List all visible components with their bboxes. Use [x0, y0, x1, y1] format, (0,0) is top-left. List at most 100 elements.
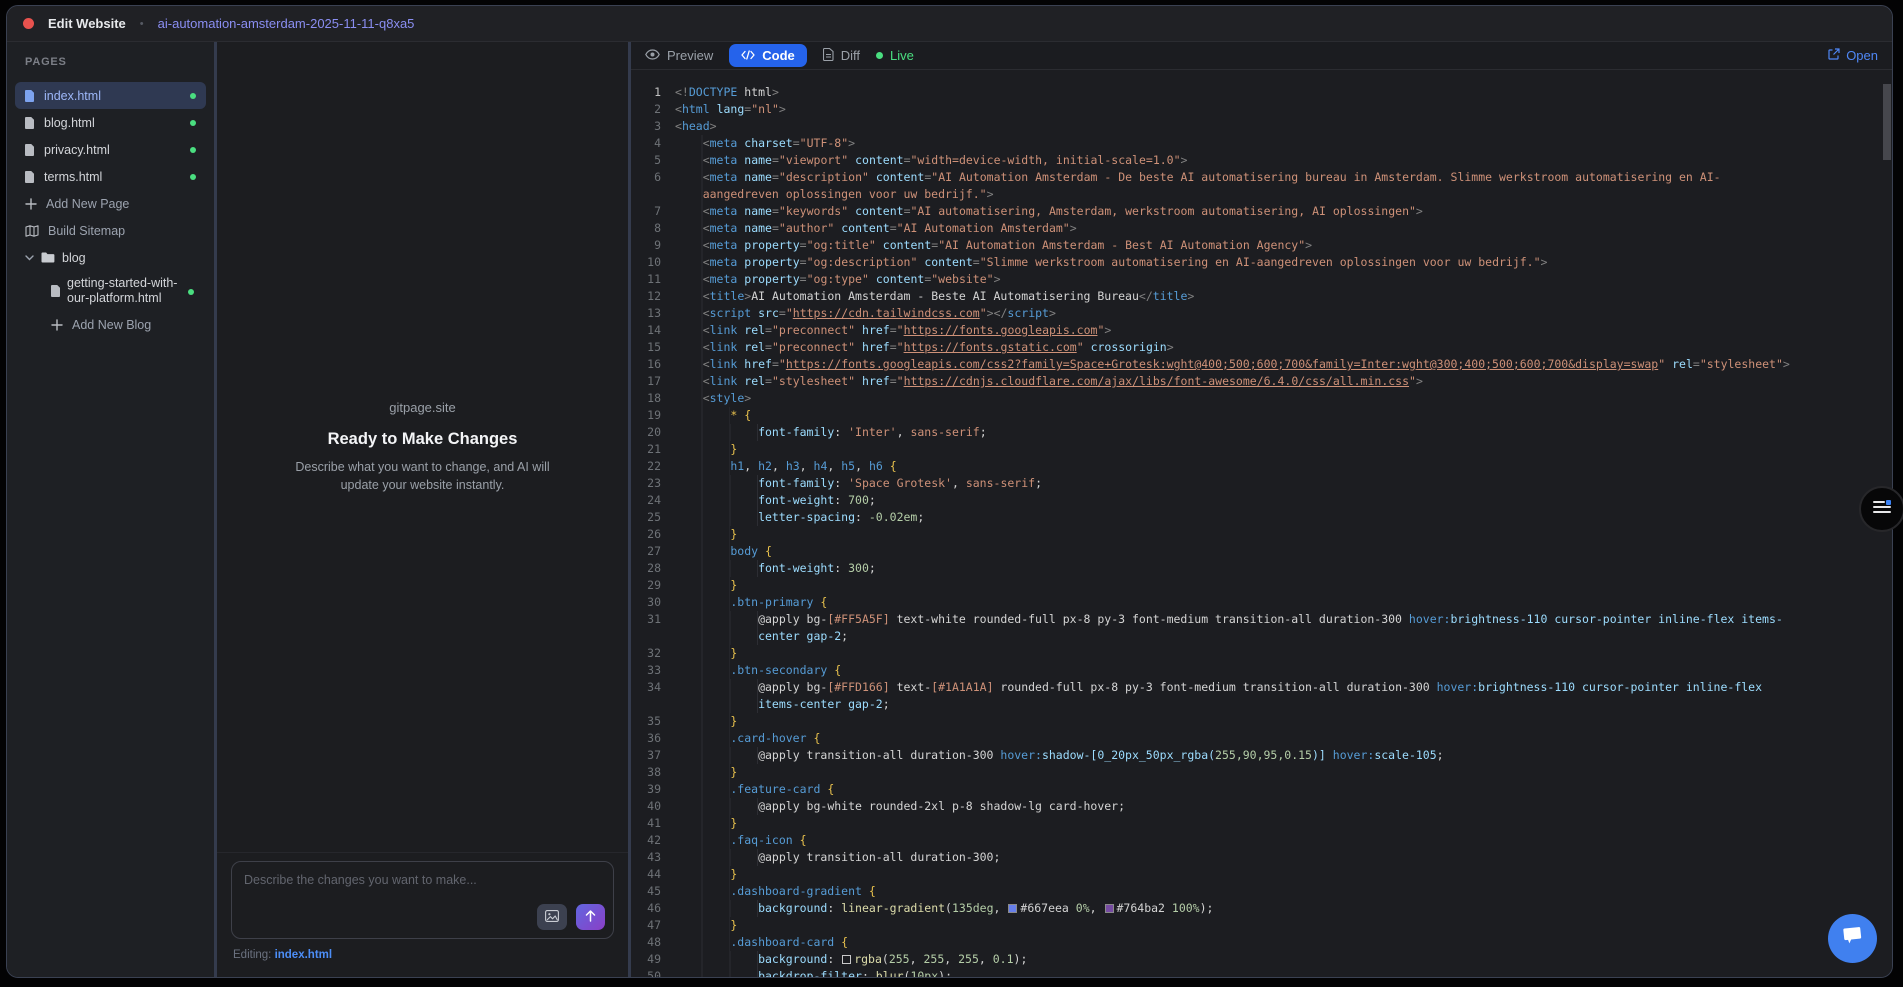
tab-preview[interactable]: Preview	[645, 48, 713, 63]
code-line[interactable]: 37@apply transition-all duration-300 hov…	[631, 747, 1892, 764]
pages-sidebar: PAGES index.htmlblog.htmlprivacy.htmlter…	[7, 42, 214, 977]
code-line[interactable]: 44}	[631, 866, 1892, 883]
code-line[interactable]: 10<meta property="og:description" conten…	[631, 254, 1892, 271]
code-line-text: font-family: 'Space Grotesk', sans-serif…	[675, 475, 1791, 492]
code-line[interactable]: 35}	[631, 713, 1892, 730]
code-line[interactable]: 21}	[631, 441, 1892, 458]
code-line-text: <meta name="keywords" content="AI automa…	[675, 203, 1791, 220]
image-icon	[545, 910, 559, 925]
code-line[interactable]: 1<!DOCTYPE html>	[631, 84, 1892, 101]
code-line[interactable]: 39.feature-card {	[631, 781, 1892, 798]
code-line-text: <link rel="preconnect" href="https://fon…	[675, 322, 1791, 339]
code-line-text: font-weight: 700;	[675, 492, 1791, 509]
sidebar-item-index-html[interactable]: index.html	[15, 82, 206, 109]
code-line[interactable]: 36.card-hover {	[631, 730, 1892, 747]
line-number: 43	[631, 849, 661, 866]
sidebar-item-blog-html[interactable]: blog.html	[15, 109, 206, 136]
code-line[interactable]: 49background: rgba(255, 255, 255, 0.1);	[631, 951, 1892, 968]
code-line[interactable]: 41}	[631, 815, 1892, 832]
changelog-widget-button[interactable]	[1859, 486, 1903, 532]
code-line[interactable]: 14<link rel="preconnect" href="https://f…	[631, 322, 1892, 339]
line-number: 36	[631, 730, 661, 747]
code-line[interactable]: 7<meta name="keywords" content="AI autom…	[631, 203, 1892, 220]
add-new-blog-button[interactable]: Add New Blog	[15, 311, 206, 338]
status-dot	[190, 120, 196, 126]
code-line[interactable]: 16<link href="https://fonts.googleapis.c…	[631, 356, 1892, 373]
code-line[interactable]: 30.btn-primary {	[631, 594, 1892, 611]
code-line[interactable]: 32}	[631, 645, 1892, 662]
code-line[interactable]: 9<meta property="og:title" content="AI A…	[631, 237, 1892, 254]
line-number: 18	[631, 390, 661, 407]
code-line[interactable]: 25letter-spacing: -0.02em;	[631, 509, 1892, 526]
code-line[interactable]: 42.faq-icon {	[631, 832, 1892, 849]
send-button[interactable]	[576, 904, 605, 930]
code-line[interactable]: 2<html lang="nl">	[631, 101, 1892, 118]
code-line-text: <meta name="viewport" content="width=dev…	[675, 152, 1791, 169]
build-sitemap-button[interactable]: Build Sitemap	[15, 217, 206, 244]
code-panel: Preview Code Diff Live	[631, 42, 1892, 977]
sidebar-item-privacy-html[interactable]: privacy.html	[15, 136, 206, 163]
code-line[interactable]: 40@apply bg-white rounded-2xl p-8 shadow…	[631, 798, 1892, 815]
code-line[interactable]: 34@apply bg-[#FFD166] text-[#1A1A1A] rou…	[631, 679, 1892, 713]
code-line[interactable]: 45.dashboard-gradient {	[631, 883, 1892, 900]
code-line[interactable]: 4<meta charset="UTF-8">	[631, 135, 1892, 152]
code-line[interactable]: 24font-weight: 700;	[631, 492, 1892, 509]
code-line[interactable]: 46background: linear-gradient(135deg, #6…	[631, 900, 1892, 917]
code-line[interactable]: 22h1, h2, h3, h4, h5, h6 {	[631, 458, 1892, 475]
sidebar-item-blog-post[interactable]: getting-started-with-our-platform.html	[15, 271, 206, 311]
open-site-link[interactable]: Open	[1828, 48, 1878, 63]
code-line[interactable]: 29}	[631, 577, 1892, 594]
code-line[interactable]: 17<link rel="stylesheet" href="https://c…	[631, 373, 1892, 390]
code-scrollbar-thumb[interactable]	[1883, 84, 1891, 160]
code-line[interactable]: 8<meta name="author" content="AI Automat…	[631, 220, 1892, 237]
chat-widget-button[interactable]	[1828, 914, 1877, 963]
code-line[interactable]: 20font-family: 'Inter', sans-serif;	[631, 424, 1892, 441]
code-line[interactable]: 12<title>AI Automation Amsterdam - Beste…	[631, 288, 1892, 305]
live-dot-icon	[876, 52, 883, 59]
code-line[interactable]: 18<style>	[631, 390, 1892, 407]
code-line[interactable]: 11<meta property="og:type" content="webs…	[631, 271, 1892, 288]
code-line-text: @apply bg-[#FF5A5F] text-white rounded-f…	[675, 611, 1791, 645]
code-line[interactable]: 5<meta name="viewport" content="width=de…	[631, 152, 1892, 169]
code-line[interactable]: 38}	[631, 764, 1892, 781]
line-number: 2	[631, 101, 661, 118]
code-line[interactable]: 48.dashboard-card {	[631, 934, 1892, 951]
color-swatch	[1008, 904, 1017, 913]
breadcrumb-project-name[interactable]: ai-automation-amsterdam-2025-11-11-q8xa5	[158, 16, 415, 31]
code-line-text: @apply transition-all duration-300 hover…	[675, 747, 1791, 764]
code-line[interactable]: 6<meta name="description" content="AI Au…	[631, 169, 1892, 203]
code-line[interactable]: 19* {	[631, 407, 1892, 424]
breadcrumb-separator: •	[140, 18, 144, 30]
code-line-text: background: rgba(255, 255, 255, 0.1);	[675, 951, 1791, 968]
code-line[interactable]: 3<head>	[631, 118, 1892, 135]
code-line[interactable]: 50backdrop-filter: blur(10px);	[631, 968, 1892, 977]
sidebar-header: PAGES	[15, 52, 206, 82]
editing-file-link[interactable]: index.html	[275, 949, 333, 961]
code-line[interactable]: 31 @apply bg-[#FF5A5F] text-white rounded…	[631, 611, 1892, 645]
status-dot	[190, 174, 196, 180]
code-editor[interactable]: 1<!DOCTYPE html>2<html lang="nl">3<head>…	[631, 70, 1892, 977]
code-line-text: }	[675, 713, 1791, 730]
tab-code[interactable]: Code	[729, 44, 807, 67]
code-line[interactable]: 15<link rel="preconnect" href="https://f…	[631, 339, 1892, 356]
status-dot	[188, 289, 194, 295]
code-line[interactable]: 28font-weight: 300;	[631, 560, 1892, 577]
add-new-page-button[interactable]: Add New Page	[15, 190, 206, 217]
code-line-text: <script src="https://cdn.tailwindcss.com…	[675, 305, 1791, 322]
app-window: Edit Website • ai-automation-amsterdam-2…	[6, 5, 1893, 978]
code-line[interactable]: 13<script src="https://cdn.tailwindcss.c…	[631, 305, 1892, 322]
attach-image-button[interactable]	[537, 904, 567, 930]
tab-diff[interactable]: Diff	[823, 48, 860, 64]
code-line-text: }	[675, 526, 1791, 543]
code-line[interactable]: 27body {	[631, 543, 1892, 560]
color-swatch	[1105, 904, 1114, 913]
code-line[interactable]: 23font-family: 'Space Grotesk', sans-ser…	[631, 475, 1892, 492]
sidebar-item-terms-html[interactable]: terms.html	[15, 163, 206, 190]
blog-folder-toggle[interactable]: blog	[15, 244, 206, 271]
code-line[interactable]: 47}	[631, 917, 1892, 934]
line-number: 31	[631, 611, 661, 645]
code-line[interactable]: 26}	[631, 526, 1892, 543]
code-line[interactable]: 33.btn-secondary {	[631, 662, 1892, 679]
code-line[interactable]: 43@apply transition-all duration-300;	[631, 849, 1892, 866]
titlebar: Edit Website • ai-automation-amsterdam-2…	[7, 6, 1892, 42]
